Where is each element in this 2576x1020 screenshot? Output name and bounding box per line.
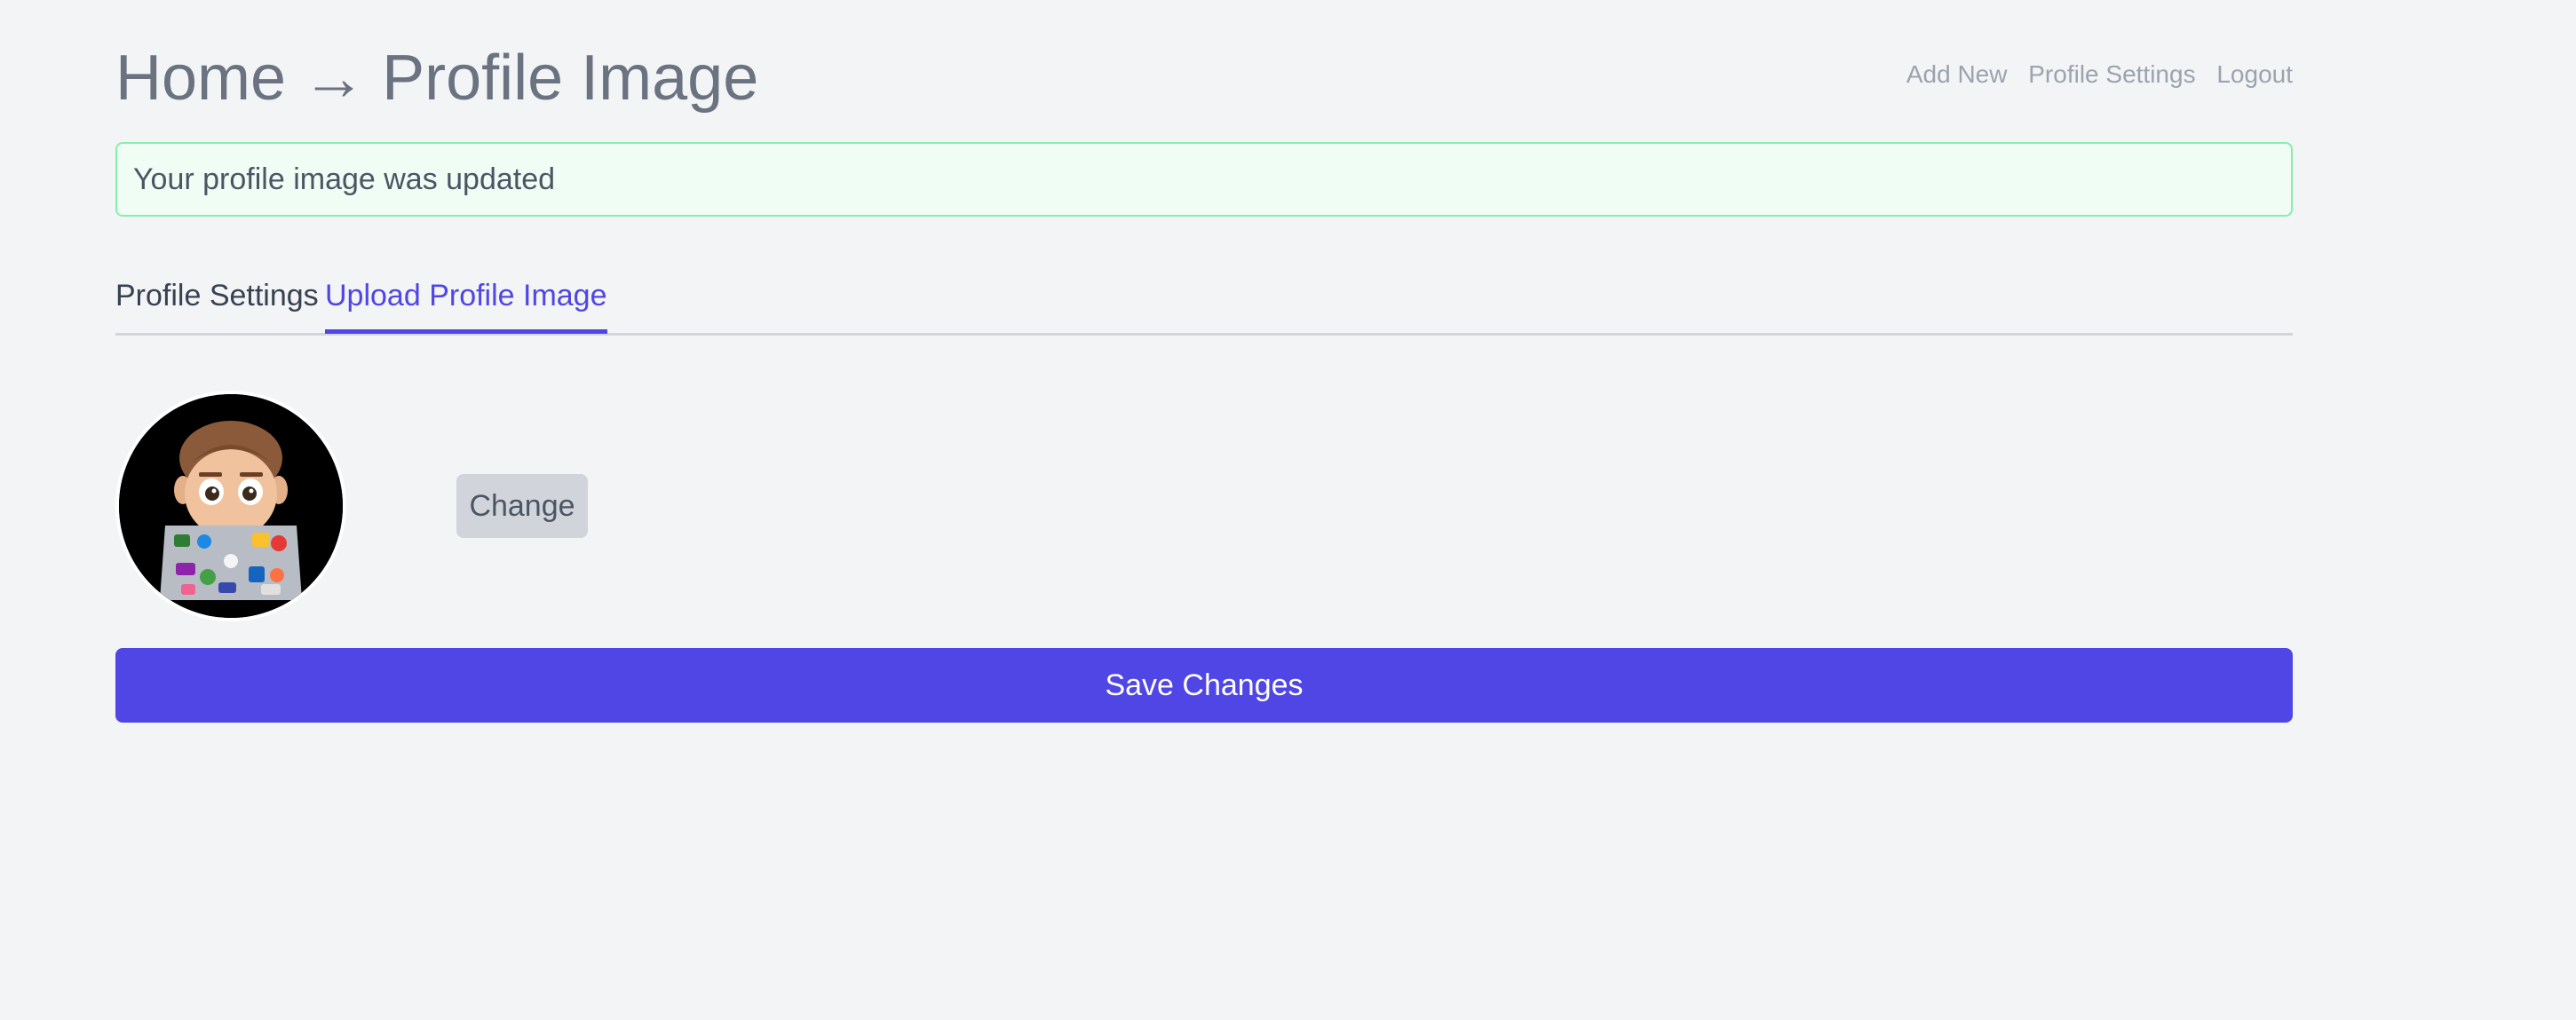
memoji-avatar-icon xyxy=(119,394,343,618)
breadcrumb-home[interactable]: Home xyxy=(115,43,286,114)
tab-profile-settings[interactable]: Profile Settings xyxy=(115,277,319,334)
logout-link[interactable]: Logout xyxy=(2216,60,2293,88)
page-header: Home → Profile Image Add New Profile Setti… xyxy=(115,0,2293,142)
success-alert: Your profile image was updated xyxy=(115,142,2293,217)
avatar xyxy=(115,391,346,621)
alert-message: Your profile image was updated xyxy=(133,162,556,196)
page-container: Home → Profile Image Add New Profile Setti… xyxy=(115,0,2293,723)
top-nav: Add New Profile Settings Logout xyxy=(1892,60,2293,89)
save-changes-button[interactable]: Save Changes xyxy=(115,648,2293,723)
breadcrumb-current: Profile Image xyxy=(382,43,759,114)
tab-bar: Profile Settings Upload Profile Image xyxy=(115,266,2293,336)
change-image-button[interactable]: Change xyxy=(456,474,588,538)
profile-settings-link[interactable]: Profile Settings xyxy=(2028,60,2195,88)
arrow-right-icon: → xyxy=(302,43,367,114)
tab-upload-profile-image[interactable]: Upload Profile Image xyxy=(325,277,607,334)
breadcrumb: Home → Profile Image xyxy=(115,36,758,121)
add-new-link[interactable]: Add New xyxy=(1906,60,2008,88)
